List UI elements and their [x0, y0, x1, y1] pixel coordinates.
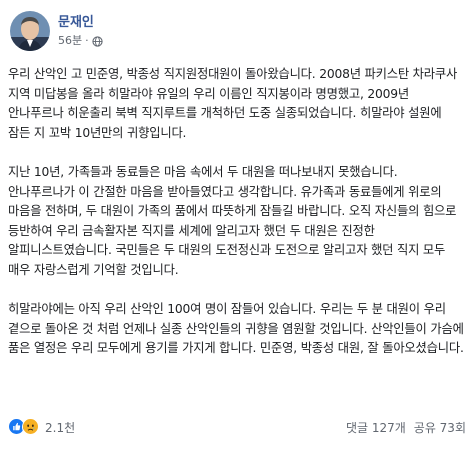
reaction-summary[interactable]: 2.1천 [8, 418, 75, 436]
post-header: 문재인 56분 · [10, 8, 103, 54]
time-row: 56분 · [58, 34, 103, 48]
facebook-post: 문재인 56분 · 우리 산악인 고 민준영, 박종성 직지원정대원이 돌아왔습… [0, 0, 474, 450]
post-timestamp[interactable]: 56분 [58, 34, 82, 48]
post-paragraph: 우리 산악인 고 민준영, 박종성 직지원정대원이 돌아왔습니다. 2008년 … [8, 67, 458, 140]
engagement-stats: 댓글 127개 공유 73회 [346, 419, 466, 436]
author-name[interactable]: 문재인 [58, 14, 103, 32]
avatar[interactable] [10, 11, 50, 51]
post-paragraph: 지난 10년, 가족들과 동료들은 마음 속에서 두 대원을 떠나보내지 못했습… [8, 164, 457, 277]
post-body: 우리 산악인 고 민준영, 박종성 직지원정대원이 돌아왔습니다. 2008년 … [8, 65, 466, 359]
post-meta: 문재인 56분 · [58, 14, 103, 48]
reaction-count[interactable]: 2.1천 [45, 419, 75, 436]
post-paragraph: 히말라야에는 아직 우리 산악인 100여 명이 잠들어 있습니다. 우리는 두… [8, 302, 464, 356]
globe-icon[interactable] [91, 35, 103, 47]
comment-count[interactable]: 댓글 127개 [346, 419, 406, 436]
share-count[interactable]: 공유 73회 [414, 419, 466, 436]
post-footer: 2.1천 댓글 127개 공유 73회 [8, 416, 466, 438]
separator-dot: · [85, 34, 89, 47]
sad-icon [22, 418, 40, 436]
